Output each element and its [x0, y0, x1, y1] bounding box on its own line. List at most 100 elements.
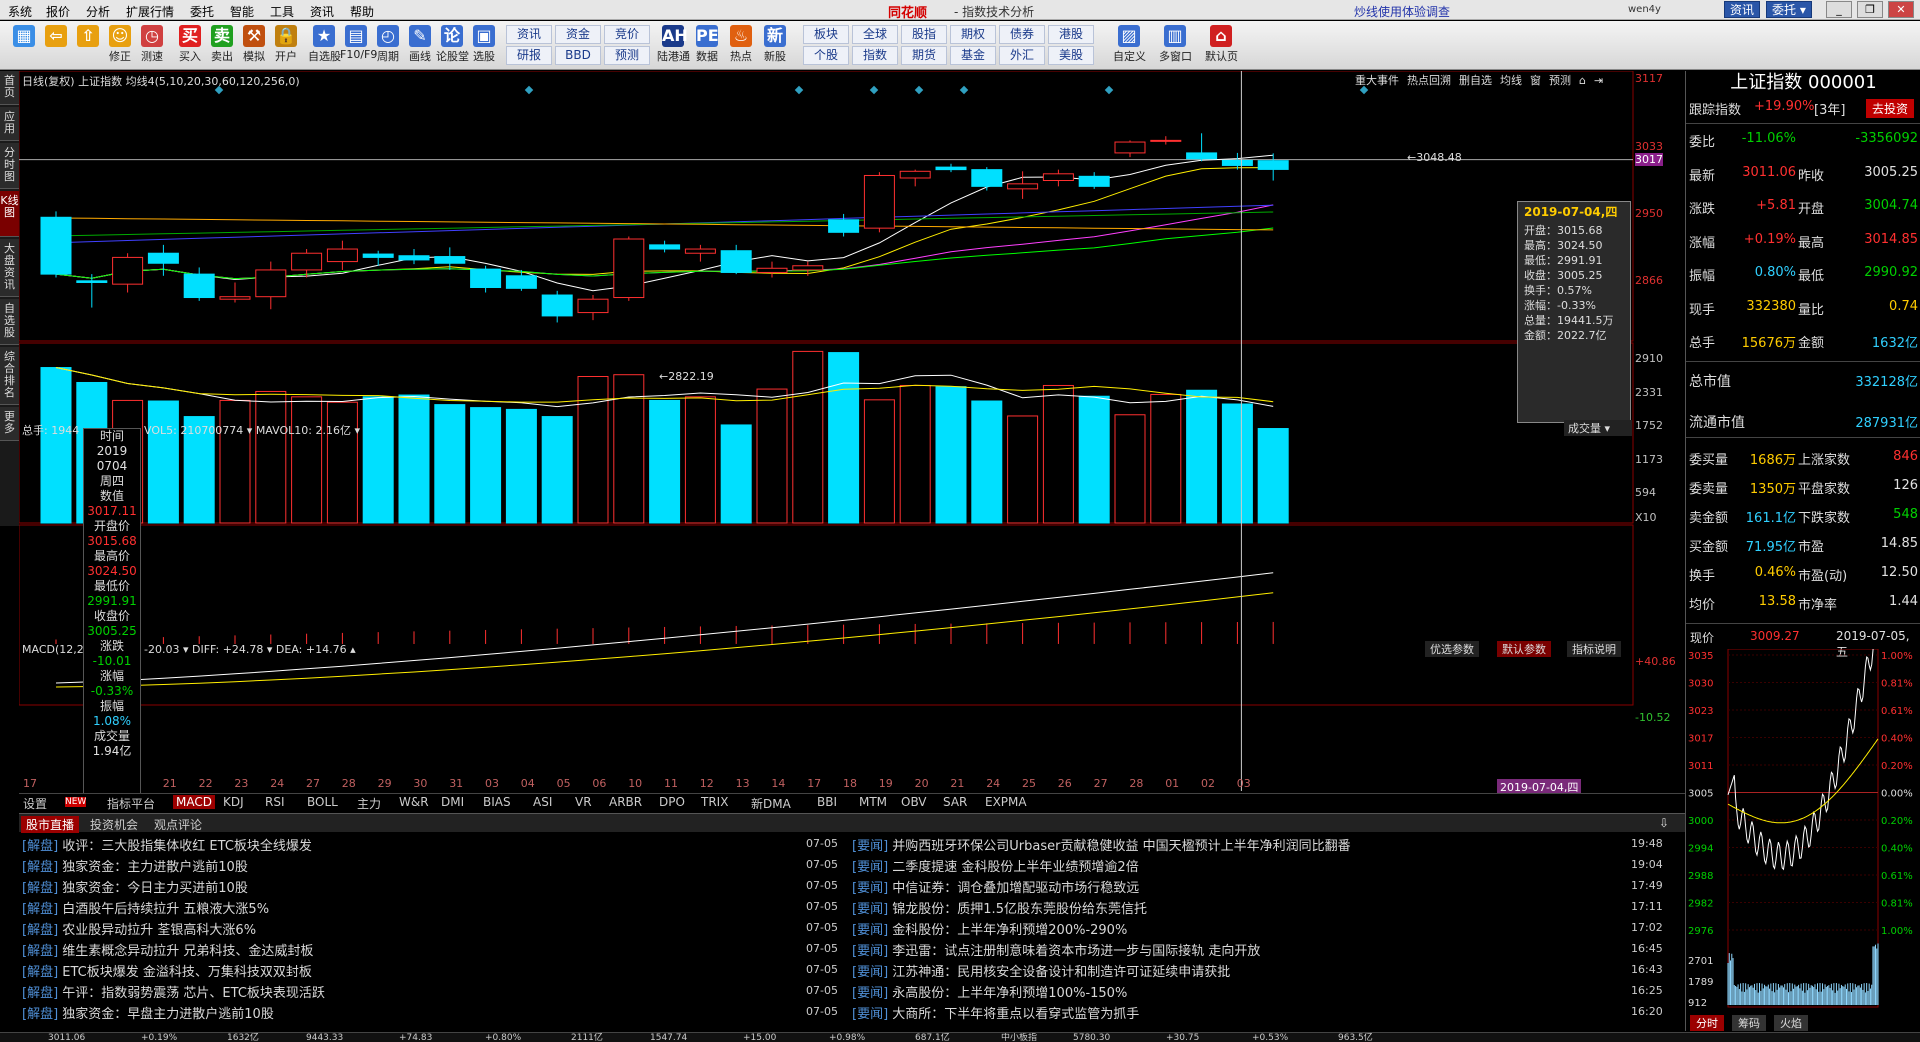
news-item-right[interactable]: [要闻] 李迅雷：试点注册制意味着资本市场进一步与国际接轨 走向开放	[852, 940, 1260, 959]
kline-tool-4[interactable]: 窗	[1526, 72, 1545, 88]
user-name[interactable]: wen4y	[1628, 4, 1661, 15]
indicator-tab-14[interactable]: DPO	[659, 795, 685, 809]
toolbar-market-top-3[interactable]: 期权	[950, 25, 996, 44]
news-item-right[interactable]: [要闻] 金科股份：上半年净利预增200%-290%	[852, 919, 1127, 938]
news-item-left[interactable]: [解盘] 农业股异动拉升 荃银高科大涨6%	[22, 919, 256, 938]
toolbar-pair-top-1[interactable]: 资金	[555, 25, 601, 44]
news-item-right[interactable]: [要闻] 锦龙股份：质押1.5亿股东莞股份给东莞信托	[852, 898, 1147, 917]
toolbar-pair-top-2[interactable]: 竞价	[604, 25, 650, 44]
toolbar-market-bottom-0[interactable]: 个股	[803, 46, 849, 65]
side-tab-5[interactable]: 自选股	[0, 299, 19, 345]
side-tab-7[interactable]: 更多	[0, 407, 19, 441]
news-item-left[interactable]: [解盘] ETC板块爆发 金溢科技、万集科技双双封板	[22, 961, 312, 980]
indicator-tab-6[interactable]: BOLL	[307, 795, 338, 809]
side-tab-3[interactable]: K线图	[0, 191, 19, 237]
menu-system[interactable]: 系统	[8, 3, 32, 20]
menu-news[interactable]: 资讯	[310, 3, 334, 20]
menu-trade[interactable]: 委托	[190, 3, 214, 20]
menu-analysis[interactable]: 分析	[86, 3, 110, 20]
intraday-tab-0[interactable]: 分时	[1690, 1015, 1724, 1031]
toolbar-market-top-5[interactable]: 港股	[1048, 25, 1094, 44]
indicator-tab-8[interactable]: W&R	[399, 795, 429, 809]
minimize-button[interactable]: _	[1826, 1, 1852, 18]
indicator-tab-3[interactable]: MACD	[173, 795, 215, 809]
volume-indicator-select[interactable]: 成交量 ▾	[1564, 420, 1632, 436]
indicator-tab-9[interactable]: DMI	[441, 795, 464, 809]
indicator-tab-13[interactable]: ARBR	[609, 795, 642, 809]
side-tab-4[interactable]: 大盘资讯	[0, 239, 19, 297]
news-tab-2[interactable]: 观点评论	[149, 816, 207, 833]
side-tab-0[interactable]: 首页	[0, 71, 19, 105]
toolbar-button-buttons2-1[interactable]: PE 数据	[691, 23, 723, 67]
toolbar-button-buttons-7[interactable]: ⚒ 模拟	[238, 23, 270, 67]
toolbar-button-buttons-8[interactable]: 🔒 开户	[270, 23, 302, 67]
toolbar-button-buttons-5[interactable]: 买买入	[174, 23, 206, 67]
toolbar-button-buttons-3[interactable]: ☺ 修正	[104, 23, 136, 67]
kline-tool-1[interactable]: 热点回溯	[1403, 72, 1455, 88]
toolbar-button-buttons-9[interactable]: ★ 自选股	[308, 23, 341, 67]
indicator-tab-0[interactable]: 设置	[23, 795, 47, 812]
indicator-tab-4[interactable]: KDJ	[223, 795, 244, 809]
go-invest-button[interactable]: 去投资	[1866, 99, 1915, 118]
toolbar-button-buttons-6[interactable]: 卖卖出	[206, 23, 238, 67]
indicator-tab-7[interactable]: 主力	[357, 795, 381, 812]
toolbar-button-buttons-2[interactable]: ⇧	[72, 23, 104, 67]
toolbar-button-buttons-4[interactable]: ◷ 测速	[136, 23, 168, 67]
toolbar-button-buttons2-0[interactable]: AH 陆港通	[657, 23, 690, 67]
macd-optimal-params-button[interactable]: 优选参数	[1425, 641, 1479, 657]
indicator-tab-11[interactable]: ASI	[533, 795, 552, 809]
menu-quote[interactable]: 报价	[46, 3, 70, 20]
toolbar-button-buttons3-2[interactable]: ⌂ 默认页	[1205, 23, 1238, 67]
indicator-tab-10[interactable]: BIAS	[483, 795, 511, 809]
kline-tool-3[interactable]: 均线	[1496, 72, 1526, 88]
toolbar-button-buttons2-2[interactable]: ♨ 热点	[725, 23, 757, 67]
toolbar-market-bottom-3[interactable]: 基金	[950, 46, 996, 65]
toolbar-button-buttons2-3[interactable]: 新新股	[759, 23, 791, 67]
indicator-tab-21[interactable]: EXPMA	[985, 795, 1027, 809]
news-item-left[interactable]: [解盘] 维生素概念异动拉升 兄弟科技、金达威封板	[22, 940, 313, 959]
indicator-tab-20[interactable]: SAR	[943, 795, 967, 809]
toolbar-button-buttons3-1[interactable]: ▥ 多窗口	[1159, 23, 1192, 67]
macd-default-params-button[interactable]: 默认参数	[1497, 641, 1551, 657]
news-item-right[interactable]: [要闻] 中信证券：调仓叠加增配驱动市场行稳致远	[852, 877, 1139, 896]
indicator-tab-12[interactable]: VR	[575, 795, 592, 809]
macd-help-button[interactable]: 指标说明	[1567, 641, 1621, 657]
toolbar-button-buttons-12[interactable]: ✎ 画线	[404, 23, 436, 67]
kline-tool-7[interactable]: ⇥	[1590, 74, 1607, 87]
trade-header-button[interactable]: 委托 ▾	[1766, 1, 1812, 18]
news-item-left[interactable]: [解盘] 白酒股午后持续拉升 五粮液大涨5%	[22, 898, 269, 917]
toolbar-button-buttons3-0[interactable]: ▨ 自定义	[1113, 23, 1146, 67]
kline-tool-6[interactable]: ⌂	[1575, 74, 1590, 87]
news-item-right[interactable]: [要闻] 江苏神通：民用核安全设备设计和制造许可证延续申请获批	[852, 961, 1230, 980]
news-tab-1[interactable]: 投资机会	[85, 816, 143, 833]
menu-extended[interactable]: 扩展行情	[126, 3, 174, 20]
news-item-left[interactable]: [解盘] 午评：指数弱势震荡 芯片、ETC板块表现活跃	[22, 982, 325, 1001]
kline-tool-5[interactable]: 预测	[1545, 72, 1575, 88]
intraday-tab-2[interactable]: 火焰	[1774, 1015, 1808, 1031]
news-item-right[interactable]: [要闻] 大商所：下半年将重点以看穿式监管为抓手	[852, 1003, 1139, 1022]
indicator-tab-19[interactable]: OBV	[901, 795, 927, 809]
side-tab-6[interactable]: 综合排名	[0, 347, 19, 405]
indicator-tab-16[interactable]: 新DMA	[751, 795, 791, 812]
survey-link[interactable]: 炒线使用体验调查	[1354, 3, 1450, 20]
toolbar-market-top-1[interactable]: 全球	[852, 25, 898, 44]
side-tab-2[interactable]: 分时图	[0, 143, 19, 189]
toolbar-market-bottom-1[interactable]: 指数	[852, 46, 898, 65]
menu-tools[interactable]: 工具	[270, 3, 294, 20]
toolbar-market-bottom-2[interactable]: 期货	[901, 46, 947, 65]
indicator-tab-5[interactable]: RSI	[265, 795, 285, 809]
indicator-tab-17[interactable]: BBI	[817, 795, 837, 809]
news-item-left[interactable]: [解盘] 独家资金：今日主力买进前10股	[22, 877, 248, 896]
kline-tool-2[interactable]: 删自选	[1455, 72, 1496, 88]
menu-smart[interactable]: 智能	[230, 3, 254, 20]
news-item-right[interactable]: [要闻] 并购西班牙环保公司Urbaser贡献稳健收益 中国天楹预计上半年净利润…	[852, 835, 1351, 854]
news-item-right[interactable]: [要闻] 永高股份：上半年净利预增100%-150%	[852, 982, 1127, 1001]
side-tab-1[interactable]: 应用	[0, 107, 19, 141]
toolbar-button-buttons-10[interactable]: ▤ F10/F9	[340, 23, 377, 67]
toolbar-market-bottom-4[interactable]: 外汇	[999, 46, 1045, 65]
toolbar-button-buttons-0[interactable]: ▦	[8, 23, 40, 67]
news-item-left[interactable]: [解盘] 收评：三大股指集体收红 ETC板块全线爆发	[22, 835, 312, 854]
intraday-chart[interactable]: 3035 3030 3023 3017 3011 3005 3000 2994 2988 2982…	[1686, 649, 1920, 1015]
toolbar-button-buttons-13[interactable]: 论论股堂	[436, 23, 469, 67]
toolbar-market-top-0[interactable]: 板块	[803, 25, 849, 44]
